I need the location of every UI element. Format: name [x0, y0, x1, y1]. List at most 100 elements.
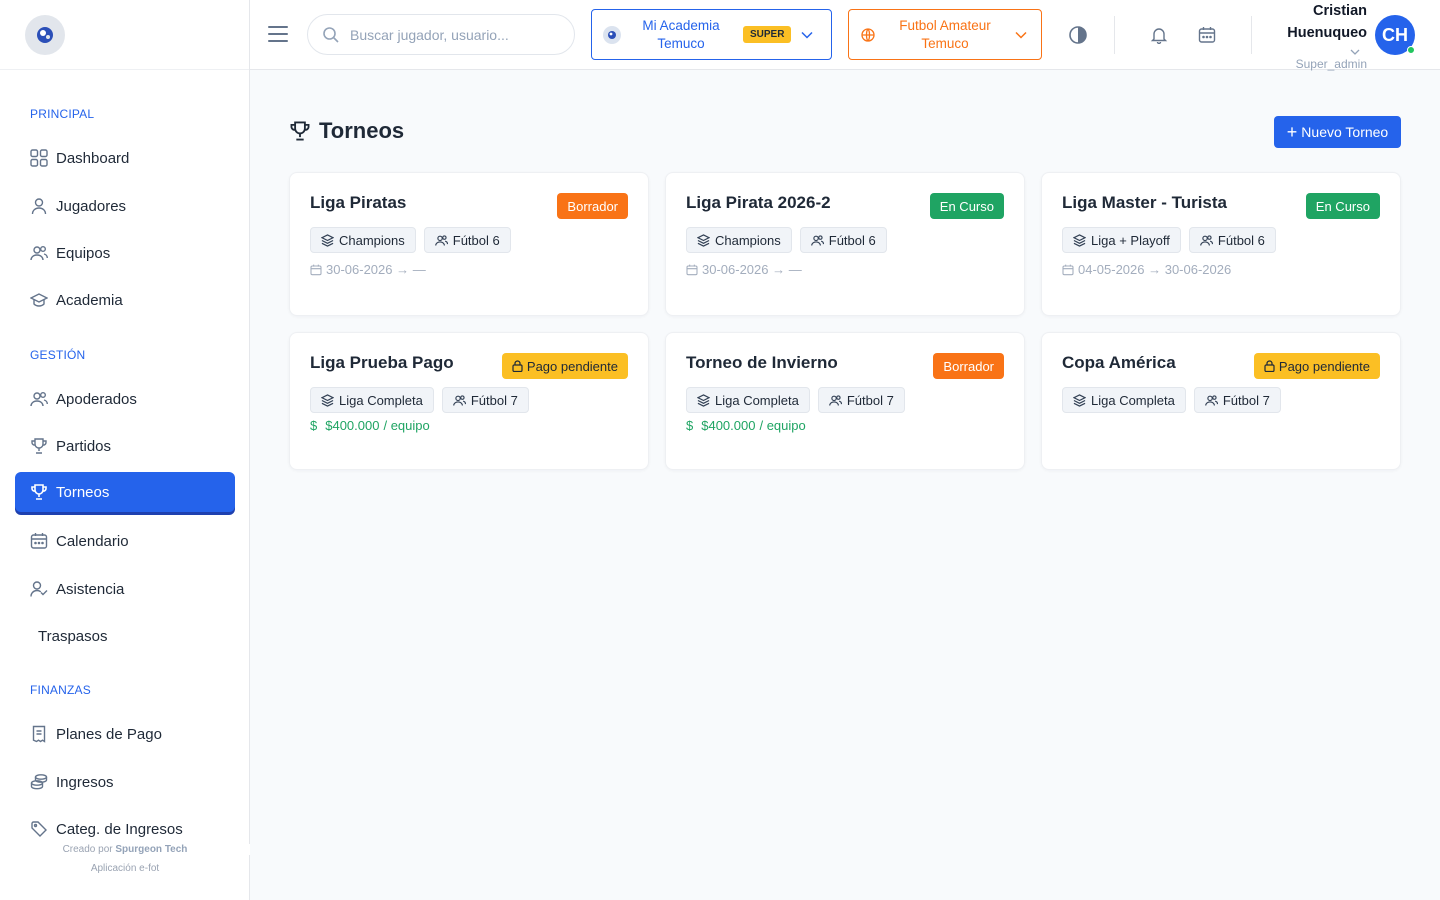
avatar-initials: CH: [1382, 24, 1408, 45]
theme-toggle-icon[interactable]: [1068, 25, 1088, 45]
sidebar-item-dashboard[interactable]: Dashboard: [15, 138, 235, 178]
search-box[interactable]: [307, 14, 575, 55]
modality-tag: Fútbol 6: [799, 227, 887, 253]
tournament-card[interactable]: Liga Piratas Borrador Champions Fútbol 6…: [289, 172, 649, 316]
modality-label: Fútbol 6: [828, 232, 876, 248]
tournament-card[interactable]: Liga Pirata 2026-2 En Curso Champions Fú…: [665, 172, 1025, 316]
chevron-down-icon: [801, 26, 813, 44]
layers-icon: [1073, 233, 1086, 247]
price-value: $400.000: [701, 418, 756, 433]
sidebar-item-jugadores[interactable]: Jugadores: [15, 186, 235, 226]
users-icon: [1200, 234, 1213, 247]
sidebar-item-asistencia[interactable]: Asistencia: [15, 569, 235, 609]
modality-tag: Fútbol 6: [1188, 227, 1276, 253]
league-selector[interactable]: Futbol Amateur Temuco: [848, 9, 1042, 60]
format-label: Champions: [715, 232, 781, 248]
search-icon: [323, 26, 339, 43]
modality-label: Fútbol 7: [1222, 392, 1270, 408]
credits-prefix: Creado por: [62, 844, 113, 855]
coins-icon: [30, 773, 48, 791]
modality-tag: Fútbol 7: [1193, 387, 1281, 413]
price: $ $400.000/ equipo: [686, 418, 806, 433]
users-icon: [810, 234, 824, 247]
avatar[interactable]: CH: [1375, 15, 1415, 55]
tournament-name: Liga Master - Turista: [1062, 193, 1227, 212]
plus-icon: +: [1286, 122, 1298, 142]
tournament-card[interactable]: Liga Master - Turista En Curso Liga + Pl…: [1041, 172, 1401, 316]
layers-icon: [697, 233, 710, 247]
academy-selector[interactable]: Mi Academia Temuco SUPER: [591, 9, 832, 60]
sidebar-item-label: Categ. de Ingresos: [56, 820, 183, 838]
receipt-icon: [30, 725, 48, 743]
date-range: 30-06-2026 → —: [686, 262, 802, 277]
graduation-cap-icon: [30, 291, 48, 309]
price-suffix: / equipo: [383, 418, 430, 433]
sidebar-item-partidos[interactable]: Partidos: [15, 426, 235, 466]
user-icon: [30, 197, 48, 215]
search-input[interactable]: [350, 26, 560, 43]
sidebar-item-equipos[interactable]: Equipos: [15, 233, 235, 273]
modality-label: Fútbol 6: [452, 232, 500, 248]
format-tag: Liga Completa: [1062, 387, 1186, 413]
section-gestion: GESTIÓN: [30, 348, 86, 362]
format-tag: Liga + Playoff: [1062, 227, 1181, 253]
modality-label: Fútbol 6: [1217, 232, 1265, 248]
sidebar-item-ingresos[interactable]: Ingresos: [15, 762, 235, 802]
user-name[interactable]: Cristian Huenuqueo: [1287, 0, 1367, 44]
sidebar-item-apoderados[interactable]: Apoderados: [15, 379, 235, 419]
user-role: Super_admin: [1295, 57, 1367, 71]
sidebar-item-label: Traspasos: [38, 627, 108, 645]
price: $ $400.000/ equipo: [310, 418, 430, 433]
new-tournament-label: Nuevo Torneo: [1301, 124, 1389, 140]
user-first-name: Cristian: [1313, 3, 1367, 19]
sidebar-item-planes-de-pago[interactable]: Planes de Pago: [15, 714, 235, 754]
sidebar-item-traspasos[interactable]: Traspasos: [15, 616, 235, 656]
sidebar-item-label: Calendario: [56, 532, 129, 550]
tournament-name: Liga Piratas: [310, 193, 407, 212]
tournament-card[interactable]: Torneo de Invierno Borrador Liga Complet…: [665, 332, 1025, 470]
new-tournament-button[interactable]: + Nuevo Torneo: [1274, 116, 1401, 148]
calendar-icon[interactable]: [1197, 25, 1217, 45]
sidebar-item-academia[interactable]: Academia: [15, 280, 235, 320]
calendar-icon: [686, 264, 698, 276]
sidebar-item-label: Academia: [56, 291, 123, 309]
academy-name: Mi Academia Temuco: [625, 17, 737, 53]
users-icon: [30, 390, 48, 408]
bell-icon[interactable]: [1149, 25, 1169, 45]
format-label: Liga Completa: [1091, 392, 1175, 408]
section-principal: PRINCIPAL: [30, 107, 95, 121]
format-tag: Liga Completa: [686, 387, 810, 413]
tournament-name: Torneo de Invierno: [686, 353, 838, 372]
trophy-icon: [30, 437, 48, 455]
menu-toggle-icon[interactable]: [268, 26, 288, 44]
format-label: Liga Completa: [339, 392, 423, 408]
tournament-name: Copa América: [1062, 353, 1176, 372]
dates-label: 30-06-2026 → —: [702, 262, 802, 277]
tournament-card[interactable]: Liga Prueba Pago Pago pendiente Liga Com…: [289, 332, 649, 470]
format-tag: Champions: [686, 227, 792, 253]
user-check-icon: [30, 580, 48, 598]
page-title-text: Torneos: [319, 118, 405, 143]
logo-area: [0, 0, 249, 70]
status-label: Pago pendiente: [1278, 358, 1370, 374]
app-logo[interactable]: [25, 14, 65, 55]
tournament-name: Liga Pirata 2026-2: [686, 193, 831, 212]
sidebar-item-calendario[interactable]: Calendario: [15, 521, 235, 561]
credits: Creado por Spurgeon Tech: [0, 844, 250, 855]
league-line2: Temuco: [921, 35, 969, 51]
league-name: Futbol Amateur Temuco: [885, 17, 1005, 53]
sidebar-item-categ-de-ingresos[interactable]: Categ. de Ingresos: [15, 809, 235, 849]
calendar-icon: [1062, 264, 1074, 276]
format-tag: Champions: [310, 227, 416, 253]
tournament-name: Liga Prueba Pago: [310, 353, 454, 372]
modality-label: Fútbol 7: [846, 392, 894, 408]
online-status-dot: [1407, 46, 1415, 54]
users-icon: [828, 394, 842, 407]
modality-tag: Fútbol 7: [441, 387, 529, 413]
sidebar-item-torneos[interactable]: Torneos: [15, 472, 235, 512]
section-finanzas: FINANZAS: [30, 683, 91, 697]
tag-icon: [30, 820, 48, 838]
grid-icon: [30, 149, 48, 167]
tournament-card[interactable]: Copa América Pago pendiente Liga Complet…: [1041, 332, 1401, 470]
date-range: 30-06-2026 → —: [310, 262, 426, 277]
